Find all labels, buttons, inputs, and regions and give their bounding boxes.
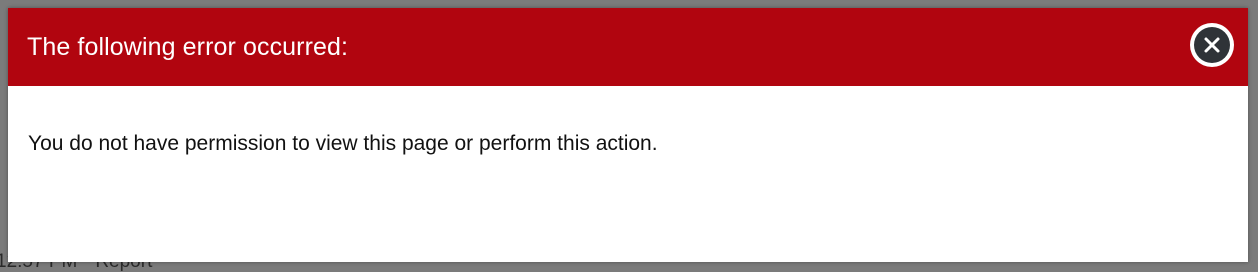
close-button[interactable] <box>1190 23 1234 67</box>
error-dialog: The following error occurred: You do not… <box>8 8 1248 262</box>
dialog-header: The following error occurred: <box>8 8 1248 86</box>
page: 12:57 PM Report The following error occu… <box>0 0 1258 272</box>
close-icon[interactable] <box>1194 27 1230 63</box>
dialog-message: You do not have permission to view this … <box>28 132 658 155</box>
dialog-title: The following error occurred: <box>27 32 349 61</box>
